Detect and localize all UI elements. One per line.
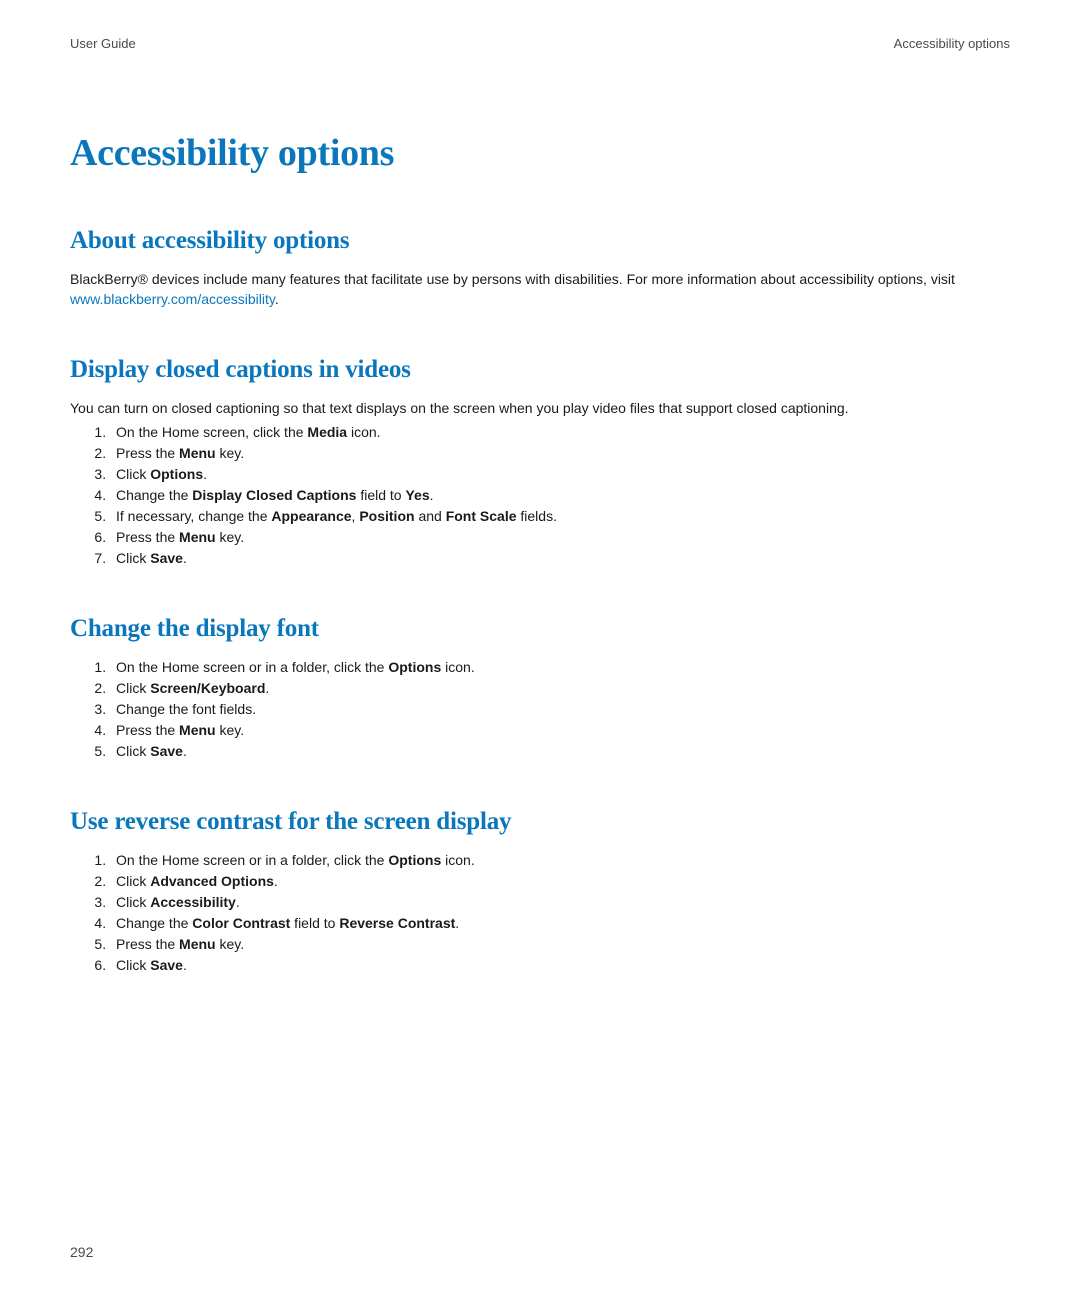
accessibility-link[interactable]: www.blackberry.com/accessibility [70,291,275,307]
list-item: On the Home screen, click the Media icon… [110,422,1010,443]
list-item: Click Save. [110,955,1010,976]
section-heading-about: About accessibility options [70,227,1010,255]
section-about: About accessibility options BlackBerry® … [70,227,1010,310]
list-item: Change the font fields. [110,699,1010,720]
list-item: Click Save. [110,548,1010,569]
font-steps: On the Home screen or in a folder, click… [70,657,1010,762]
captions-intro: You can turn on closed captioning so tha… [70,398,1010,418]
section-captions: Display closed captions in videos You ca… [70,356,1010,569]
list-item: Click Options. [110,464,1010,485]
section-heading-font: Change the display font [70,615,1010,643]
list-item: On the Home screen or in a folder, click… [110,657,1010,678]
about-paragraph: BlackBerry® devices include many feature… [70,269,1010,310]
section-contrast: Use reverse contrast for the screen disp… [70,808,1010,976]
list-item: Change the Color Contrast field to Rever… [110,913,1010,934]
page-title: Accessibility options [70,131,1010,175]
list-item: On the Home screen or in a folder, click… [110,850,1010,871]
list-item: Click Screen/Keyboard. [110,678,1010,699]
list-item: Press the Menu key. [110,527,1010,548]
captions-steps: On the Home screen, click the Media icon… [70,422,1010,569]
document-page: User Guide Accessibility options Accessi… [0,0,1080,1296]
header-right: Accessibility options [894,36,1010,51]
section-heading-captions: Display closed captions in videos [70,356,1010,384]
header-left: User Guide [70,36,136,51]
about-text-pre: BlackBerry® devices include many feature… [70,271,955,287]
list-item: Press the Menu key. [110,934,1010,955]
list-item: Click Advanced Options. [110,871,1010,892]
running-header: User Guide Accessibility options [70,36,1010,51]
section-heading-contrast: Use reverse contrast for the screen disp… [70,808,1010,836]
section-font: Change the display font On the Home scre… [70,615,1010,762]
list-item: Click Accessibility. [110,892,1010,913]
list-item: Change the Display Closed Captions field… [110,485,1010,506]
about-text-post: . [275,291,279,307]
list-item: Press the Menu key. [110,720,1010,741]
list-item: If necessary, change the Appearance, Pos… [110,506,1010,527]
page-number: 292 [70,1244,93,1260]
list-item: Click Save. [110,741,1010,762]
list-item: Press the Menu key. [110,443,1010,464]
contrast-steps: On the Home screen or in a folder, click… [70,850,1010,976]
